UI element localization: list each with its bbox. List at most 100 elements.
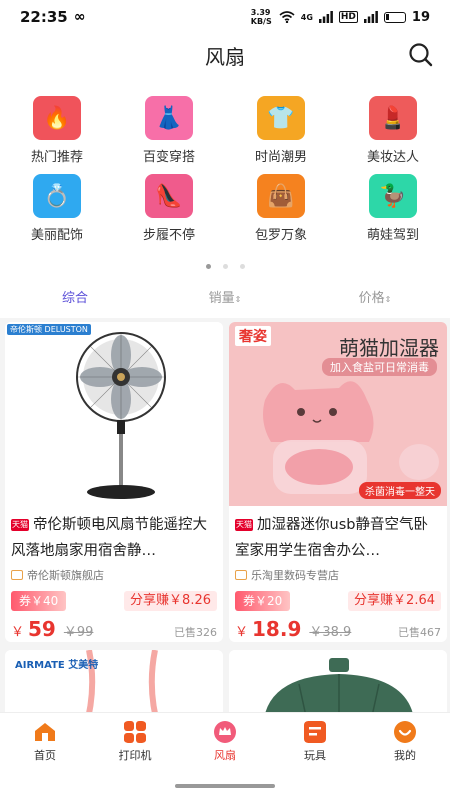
product-price: ￥ 59 ￥99 已售326: [5, 611, 223, 641]
category-label: 时尚潮男: [254, 150, 307, 165]
category-label: 包罗万象: [254, 228, 307, 243]
heel-icon: 👠: [145, 174, 193, 218]
tmall-icon: 天猫: [11, 519, 29, 531]
flame-icon: 🔥: [33, 96, 81, 140]
status-time: 22:35: [20, 8, 68, 26]
duck-icon: 🦆: [369, 174, 417, 218]
page-header: 风扇: [0, 34, 450, 76]
category-label: 美妆达人: [366, 150, 419, 165]
page-indicator: [0, 264, 450, 269]
page-dot-3[interactable]: [239, 264, 245, 269]
battery-level: 19: [411, 9, 430, 25]
sort-comprehensive[interactable]: 综合: [0, 288, 150, 318]
signal-icon-2: [363, 11, 378, 23]
shop-name: 乐淘里数码专营店: [251, 569, 339, 582]
original-price: ￥99: [63, 625, 94, 640]
app-screen: 22:35 ∞ 3.39 KB/S 4G HD 19 风扇 🔥 热门推荐 👗 百变穿搭…: [0, 0, 450, 800]
category-panel: 🔥 热门推荐 👗 百变穿搭 👕 时尚潮男 💄 美妆达人 💍 美丽配饰 👠 步履不停 👜 包罗万象 🦆 萌娃驾到: [0, 76, 450, 288]
nav-printer[interactable]: 打印机: [90, 713, 180, 774]
shop-icon: [235, 570, 247, 580]
shop-icon: [11, 570, 23, 580]
home-indicator[interactable]: [175, 784, 275, 788]
sort-bar: 综合 销量⇕ 价格⇕: [0, 288, 450, 318]
brand-label: AIRMATE 艾美特: [15, 660, 99, 671]
category-item[interactable]: 👗 百变穿搭: [113, 96, 225, 174]
sort-sales[interactable]: 销量⇕: [150, 288, 300, 318]
sort-arrows-icon: ⇕: [234, 295, 242, 304]
smile-icon: [394, 721, 416, 743]
nav-label: 打印机: [118, 749, 152, 762]
category-label: 步履不停: [142, 228, 195, 243]
product-tags: 券￥20 分享赚￥2.64: [229, 583, 447, 611]
home-icon: [35, 723, 55, 741]
nav-mine[interactable]: 我的: [360, 713, 450, 774]
page-dot-2[interactable]: [222, 264, 228, 269]
status-bar: 22:35 ∞ 3.39 KB/S 4G HD 19: [0, 0, 450, 34]
standing-fan-illustration: [76, 332, 166, 499]
nav-fan[interactable]: 风扇: [180, 713, 270, 774]
product-shop: 帝伦斯顿旗舰店: [5, 564, 223, 583]
product-tags: 券￥40 分享赚￥8.26: [5, 583, 223, 611]
lipstick-icon: 💄: [369, 96, 417, 140]
bag-icon: 👜: [257, 174, 305, 218]
hd-icon: HD: [338, 11, 358, 23]
sort-arrows-icon: ⇕: [384, 295, 392, 304]
coupon-badge[interactable]: 券￥20: [235, 591, 291, 611]
share-earn-badge[interactable]: 分享赚￥8.26: [124, 591, 217, 611]
original-price: ￥38.9: [309, 625, 352, 640]
current-price: 18.9: [252, 617, 302, 641]
dress-icon: 👗: [145, 96, 193, 140]
product-title: 天猫 加湿器迷你usb静音空气卧室家用学生宿舍办公…: [229, 506, 447, 564]
category-label: 美丽配饰: [30, 228, 83, 243]
nav-toys[interactable]: 玩具: [270, 713, 360, 774]
crown-icon: [214, 721, 236, 743]
product-image: 帝伦斯顿 DELUSTON: [5, 322, 223, 506]
product-card[interactable]: 帝伦斯顿 DELUSTON 天猫 帝伦斯顿电风扇节能遥控大风落地扇家用宿舍静… …: [5, 322, 223, 642]
sold-count: 已售326: [174, 626, 217, 639]
battery-icon: [383, 11, 406, 23]
category-label: 百变穿搭: [142, 150, 195, 165]
cat-humidifier-illustration: [263, 381, 439, 494]
tshirt-icon: 👕: [257, 96, 305, 140]
brand-logo: 帝伦斯顿 DELUSTON: [7, 324, 91, 335]
nav-label: 首页: [34, 749, 56, 762]
tmall-icon: 天猫: [235, 519, 253, 531]
coupon-badge[interactable]: 券￥40: [11, 591, 67, 611]
product-title-text: 帝伦斯顿电风扇节能遥控大风落地扇家用宿舍静…: [11, 517, 207, 559]
category-item[interactable]: 👜 包罗万象: [225, 174, 337, 252]
search-icon[interactable]: [408, 42, 434, 68]
promo-tag: 杀菌消毒一整天: [359, 482, 441, 499]
product-title: 天猫 帝伦斯顿电风扇节能遥控大风落地扇家用宿舍静…: [5, 506, 223, 564]
signal-label: 4G: [300, 12, 313, 22]
page-title: 风扇: [205, 44, 245, 69]
page-dot-1[interactable]: [205, 264, 211, 269]
category-item[interactable]: 👠 步履不停: [113, 174, 225, 252]
category-item[interactable]: 🔥 热门推荐: [1, 96, 113, 174]
shop-name: 帝伦斯顿旗舰店: [27, 569, 104, 582]
nav-home[interactable]: 首页: [0, 713, 90, 774]
currency-symbol: ￥: [11, 625, 25, 640]
sold-count: 已售467: [398, 626, 441, 639]
signal-icon: [318, 11, 333, 23]
category-item[interactable]: 👕 时尚潮男: [225, 96, 337, 174]
list-icon: [304, 721, 326, 743]
category-item[interactable]: 💍 美丽配饰: [1, 174, 113, 252]
nav-label: 我的: [394, 749, 416, 762]
brand-label: 帝伦斯顿 DELUSTON: [10, 325, 88, 334]
accessory-icon: 💍: [33, 174, 81, 218]
category-item[interactable]: 💄 美妆达人: [337, 96, 449, 174]
category-item[interactable]: 🦆 萌娃驾到: [337, 174, 449, 252]
product-card[interactable]: 奢姿 萌猫加湿器 加入食盐可日常消毒 杀菌消毒一整天 天猫 加湿器迷你usb静音空…: [229, 322, 447, 642]
sort-sales-label: 销量: [208, 291, 235, 306]
nav-label: 玩具: [304, 749, 326, 762]
current-price: 59: [28, 617, 56, 641]
bottom-nav: 首页 打印机 风扇 玩具 我的: [0, 712, 450, 774]
category-grid: 🔥 热门推荐 👗 百变穿搭 👕 时尚潮男 💄 美妆达人 💍 美丽配饰 👠 步履不停 👜 包罗万象 🦆 萌娃驾到: [0, 76, 450, 252]
category-label: 萌娃驾到: [366, 228, 419, 243]
sort-price[interactable]: 价格⇕: [300, 288, 450, 318]
product-title-text: 加湿器迷你usb静音空气卧室家用学生宿舍办公…: [235, 517, 428, 559]
share-earn-badge[interactable]: 分享赚￥2.64: [348, 591, 441, 611]
product-image: 奢姿 萌猫加湿器 加入食盐可日常消毒 杀菌消毒一整天: [229, 322, 447, 506]
product-price: ￥ 18.9 ￥38.9 已售467: [229, 611, 447, 641]
sort-price-label: 价格: [358, 291, 385, 306]
